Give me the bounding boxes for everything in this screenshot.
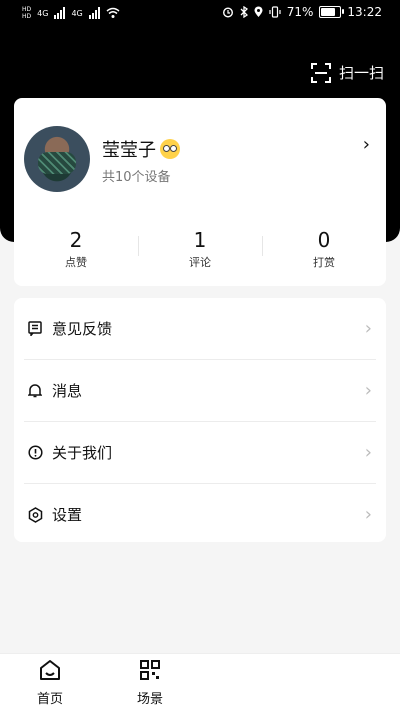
- chevron-right-icon: ›: [364, 380, 372, 401]
- chevron-right-icon: ›: [364, 504, 372, 525]
- avatar[interactable]: [24, 126, 90, 192]
- stat-value: 0: [317, 228, 331, 252]
- stat-label: 点赞: [65, 256, 87, 269]
- network-indicators: HD HD 4G 4G: [22, 6, 120, 20]
- stat-likes[interactable]: 2 点赞: [14, 228, 138, 278]
- location-icon: [254, 6, 263, 17]
- menu-label: 消息: [52, 382, 83, 400]
- tab-label: 首页: [36, 692, 63, 707]
- menu-label: 设置: [52, 506, 83, 524]
- bluetooth-icon: [240, 6, 248, 18]
- flushed-emoji-icon: [160, 139, 180, 159]
- menu-label: 意见反馈: [52, 320, 113, 338]
- grid-icon: [140, 660, 160, 680]
- user-name-row[interactable]: 莹莹子: [102, 136, 180, 162]
- stat-label: 评论: [189, 256, 211, 269]
- clock: 13:22: [347, 5, 382, 19]
- signal-icon: [88, 7, 100, 19]
- scan-button[interactable]: 扫一扫: [310, 62, 384, 83]
- vibrate-icon: [269, 6, 281, 18]
- stat-value: 1: [193, 228, 207, 252]
- stat-rewards[interactable]: 0 打赏: [262, 228, 386, 278]
- stats-row: 2 点赞 1 评论 0 打赏: [14, 228, 386, 278]
- menu-label: 关于我们: [52, 444, 113, 462]
- alarm-icon: [222, 7, 233, 18]
- chevron-right-icon[interactable]: ›: [363, 134, 370, 155]
- tab-home[interactable]: 首页: [0, 654, 100, 710]
- battery-icon: [319, 6, 345, 18]
- user-name: 莹莹子: [102, 140, 156, 161]
- settings-icon: [26, 506, 44, 524]
- signal-icon: [54, 7, 66, 19]
- tab-scenes[interactable]: 场景: [100, 654, 200, 710]
- network-type: 4G: [71, 8, 83, 18]
- status-bar: HD HD 4G 4G 71% 13:22: [0, 0, 400, 28]
- network-type: 4G: [37, 8, 49, 18]
- menu-item-settings[interactable]: 设置 ›: [24, 483, 376, 545]
- menu-item-messages[interactable]: 消息 ›: [24, 359, 376, 421]
- device-count: 共10个设备: [102, 170, 171, 185]
- bottom-tab-bar: 首页 场景: [0, 653, 400, 710]
- info-icon: [26, 444, 44, 462]
- stat-value: 2: [69, 228, 83, 252]
- menu-card: 意见反馈 › 消息 › 关于我们 › 设置 ›: [14, 298, 386, 542]
- wifi-icon: [106, 7, 120, 18]
- chevron-right-icon: ›: [364, 318, 372, 339]
- battery-percent: 71%: [286, 5, 314, 19]
- scan-label: 扫一扫: [338, 64, 384, 82]
- profile-card: 莹莹子 共10个设备 › 2 点赞 1 评论 0 打赏: [14, 98, 386, 286]
- chevron-right-icon: ›: [364, 442, 372, 463]
- tab-label: 场景: [136, 692, 163, 707]
- menu-item-feedback[interactable]: 意见反馈 ›: [24, 298, 376, 359]
- system-indicators: 71% 13:22: [222, 5, 382, 19]
- carrier-label: HD: [22, 6, 32, 13]
- scan-icon: [310, 62, 331, 83]
- menu-item-about[interactable]: 关于我们 ›: [24, 421, 376, 483]
- stat-label: 打赏: [313, 256, 335, 269]
- carrier-label: HD: [22, 13, 32, 20]
- bell-icon: [26, 382, 44, 400]
- home-icon: [40, 660, 60, 680]
- feedback-icon: [26, 320, 44, 338]
- stat-comments[interactable]: 1 评论: [138, 228, 262, 278]
